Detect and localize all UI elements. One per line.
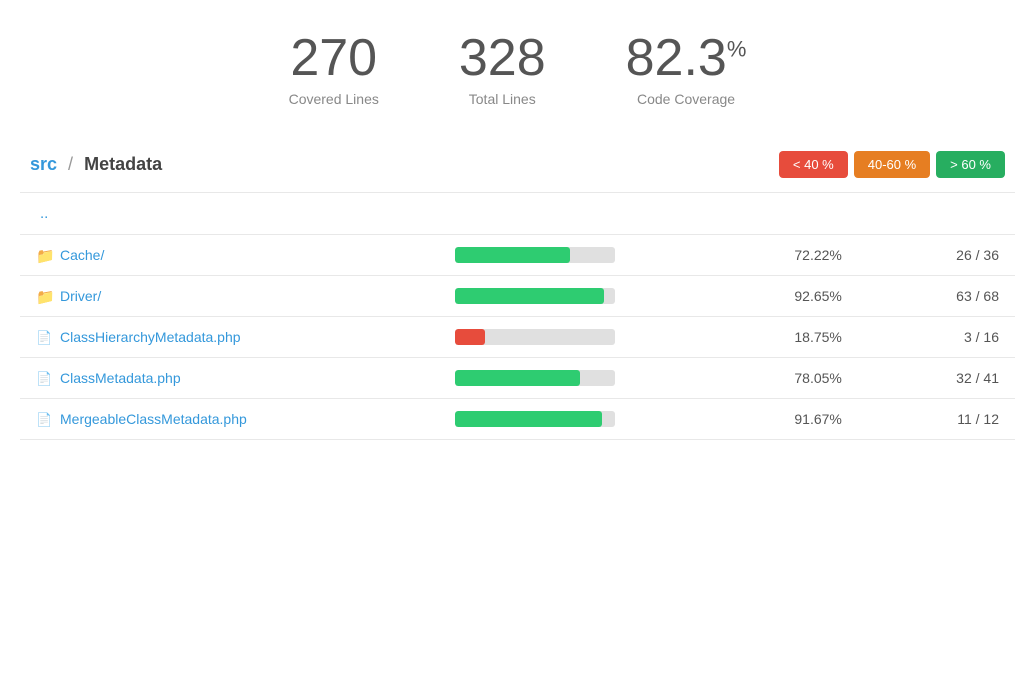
total-lines-stat: 328 Total Lines <box>459 30 546 107</box>
file-icon <box>36 370 52 386</box>
total-lines-label: Total Lines <box>459 91 546 107</box>
coverage-table-container: .. Cache/ 72.22% 26 / 36 <box>0 192 1035 440</box>
progress-bar <box>455 247 615 263</box>
folder-icon <box>36 288 52 304</box>
code-coverage-value: 82.3% <box>626 30 747 87</box>
coverage-pct: 78.05% <box>701 358 858 399</box>
progress-bar <box>455 288 615 304</box>
progress-bar <box>455 411 615 427</box>
file-link[interactable]: ClassHierarchyMetadata.php <box>36 329 423 345</box>
coverage-table: .. Cache/ 72.22% 26 / 36 <box>20 192 1015 440</box>
file-name: ClassMetadata.php <box>60 370 181 386</box>
file-name: Cache/ <box>60 247 104 263</box>
breadcrumb-bar: src / Metadata < 40 % 40-60 % > 60 % <box>0 137 1035 192</box>
coverage-pct: 72.22% <box>701 235 858 276</box>
file-name: MergeableClassMetadata.php <box>60 411 247 427</box>
folder-icon <box>36 247 52 263</box>
legend-mid-badge: 40-60 % <box>854 151 930 178</box>
table-row: .. <box>20 193 1015 235</box>
coverage-ratio: 11 / 12 <box>858 399 1015 440</box>
stats-section: 270 Covered Lines 328 Total Lines 82.3% … <box>0 0 1035 127</box>
coverage-pct: 92.65% <box>701 276 858 317</box>
file-link[interactable]: ClassMetadata.php <box>36 370 423 386</box>
breadcrumb-link-src[interactable]: src <box>30 154 57 174</box>
progress-bar <box>455 329 615 345</box>
table-row: ClassMetadata.php 78.05% 32 / 41 <box>20 358 1015 399</box>
breadcrumb-current: Metadata <box>84 154 162 174</box>
covered-lines-value: 270 <box>289 30 379 87</box>
table-row: MergeableClassMetadata.php 91.67% 11 / 1… <box>20 399 1015 440</box>
breadcrumb-separator: / <box>68 154 73 174</box>
breadcrumb: src / Metadata <box>30 154 162 175</box>
file-name: ClassHierarchyMetadata.php <box>60 329 241 345</box>
table-row: Cache/ 72.22% 26 / 36 <box>20 235 1015 276</box>
code-coverage-stat: 82.3% Code Coverage <box>626 30 747 107</box>
parent-dir-link[interactable]: .. <box>36 205 48 222</box>
covered-lines-stat: 270 Covered Lines <box>289 30 379 107</box>
code-coverage-label: Code Coverage <box>626 91 747 107</box>
file-link[interactable]: Cache/ <box>36 247 423 263</box>
table-row: Driver/ 92.65% 63 / 68 <box>20 276 1015 317</box>
progress-bar-fill <box>455 288 604 304</box>
coverage-pct: 91.67% <box>701 399 858 440</box>
progress-bar <box>455 370 615 386</box>
legend-low-badge: < 40 % <box>779 151 848 178</box>
progress-bar-fill <box>455 411 602 427</box>
progress-bar-fill <box>455 247 570 263</box>
coverage-ratio: 32 / 41 <box>858 358 1015 399</box>
legend-badges: < 40 % 40-60 % > 60 % <box>779 151 1005 178</box>
coverage-ratio: 26 / 36 <box>858 235 1015 276</box>
coverage-ratio: 63 / 68 <box>858 276 1015 317</box>
coverage-pct: 18.75% <box>701 317 858 358</box>
legend-high-badge: > 60 % <box>936 151 1005 178</box>
progress-bar-fill <box>455 370 580 386</box>
total-lines-value: 328 <box>459 30 546 87</box>
table-row: ClassHierarchyMetadata.php 18.75% 3 / 16 <box>20 317 1015 358</box>
file-link[interactable]: MergeableClassMetadata.php <box>36 411 423 427</box>
coverage-ratio: 3 / 16 <box>858 317 1015 358</box>
file-name: Driver/ <box>60 288 101 304</box>
covered-lines-label: Covered Lines <box>289 91 379 107</box>
progress-bar-fill <box>455 329 485 345</box>
file-icon <box>36 329 52 345</box>
file-link[interactable]: Driver/ <box>36 288 423 304</box>
file-icon <box>36 411 52 427</box>
